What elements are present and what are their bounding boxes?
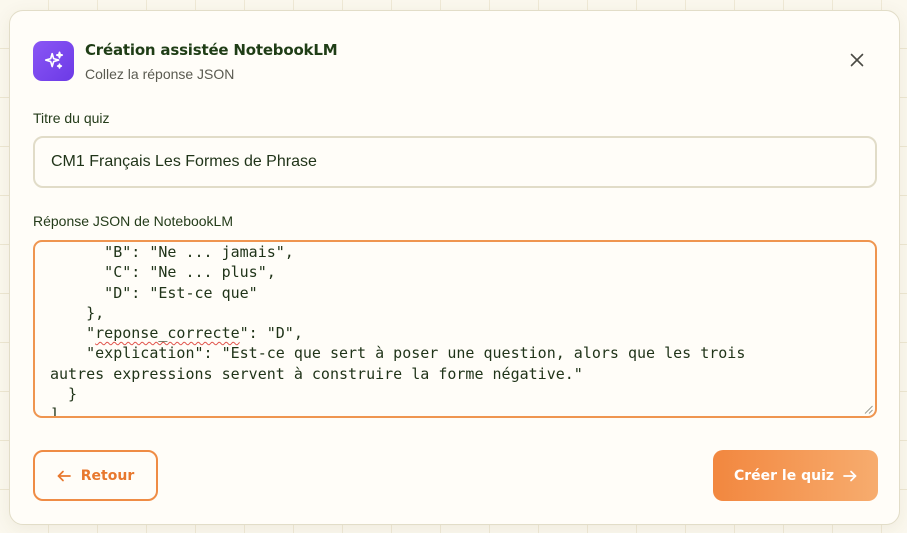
quiz-title-label: Titre du quiz [33,110,110,126]
sparkles-icon [33,41,74,81]
create-quiz-button[interactable]: Créer le quiz [713,450,878,501]
spellcheck-flagged-word: reponse_correcte [95,324,240,343]
back-button-label: Retour [80,467,135,484]
json-line: "reponse_correcte": "D", [50,324,303,343]
json-line: }, [50,303,105,322]
json-response-content: "B": "Ne ... jamais", "C": "Ne ... plus"… [50,242,746,418]
json-line: "D": "Est-ce que" [50,283,258,302]
resize-grip-icon[interactable] [864,405,873,414]
create-quiz-button-label: Créer le quiz [733,467,835,484]
arrow-left-icon [57,470,71,482]
arrow-right-icon [843,470,857,482]
json-response-label: Réponse JSON de NotebookLM [33,213,233,229]
json-line: "C": "Ne ... plus", [50,263,276,282]
dialog-subtitle: Collez la réponse JSON [85,66,235,82]
notebooklm-dialog: Création assistée NotebookLM Collez la r… [9,10,900,525]
back-button[interactable]: Retour [33,450,158,501]
json-line: "B": "Ne ... jamais", [50,243,294,261]
dialog-title: Création assistée NotebookLM [85,41,338,59]
json-line: "explication": "Est-ce que sert à poser … [50,344,746,363]
json-line: ] [50,405,60,418]
json-line: } [50,385,78,404]
quiz-title-input[interactable] [33,136,877,188]
close-icon [850,53,864,67]
close-button[interactable] [846,49,868,71]
json-line: autres expressions servent à construire … [50,364,583,383]
json-response-textarea[interactable]: "B": "Ne ... jamais", "C": "Ne ... plus"… [33,240,877,418]
